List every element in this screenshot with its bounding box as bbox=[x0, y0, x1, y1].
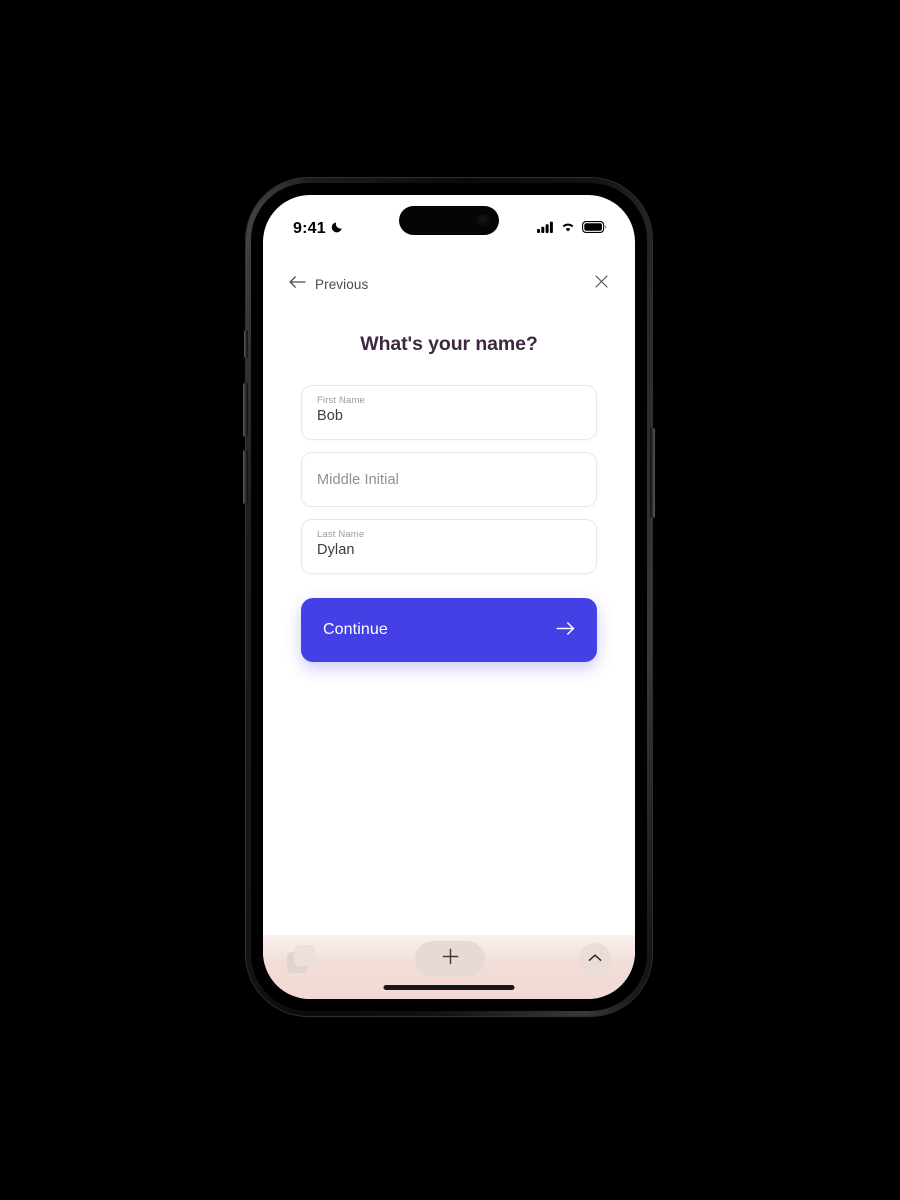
previous-button-label: Previous bbox=[315, 276, 369, 292]
navigation-bar: Previous bbox=[263, 267, 635, 301]
status-bar: 9:41 bbox=[263, 195, 635, 249]
middle-initial-field[interactable]: Middle Initial bbox=[301, 452, 597, 507]
browser-bottom-controls bbox=[263, 935, 635, 983]
wifi-icon bbox=[560, 220, 576, 238]
home-indicator[interactable] bbox=[383, 985, 515, 990]
status-bar-left: 9:41 bbox=[293, 220, 344, 238]
expand-toolbar-button[interactable] bbox=[579, 943, 611, 975]
status-bar-right bbox=[537, 220, 607, 238]
middle-initial-placeholder: Middle Initial bbox=[317, 471, 399, 488]
last-name-value: Dylan bbox=[317, 542, 355, 558]
status-bar-time: 9:41 bbox=[293, 220, 326, 237]
phone-screen: 9:41 Previous What's your name? First Na… bbox=[263, 195, 635, 999]
browser-bottom-bar bbox=[263, 935, 635, 999]
first-name-field[interactable]: First Name Bob bbox=[301, 385, 597, 440]
phone-bezel: 9:41 Previous What's your name? First Na… bbox=[251, 183, 647, 1011]
name-form: First Name Bob Middle Initial Last Name … bbox=[301, 385, 597, 662]
screenshot-stage: 9:41 Previous What's your name? First Na… bbox=[0, 0, 900, 1200]
mute-switch-button[interactable] bbox=[244, 330, 248, 358]
chevron-up-icon bbox=[588, 950, 602, 968]
arrow-left-icon bbox=[289, 275, 306, 294]
continue-button-label: Continue bbox=[323, 621, 388, 638]
dynamic-island bbox=[399, 206, 499, 235]
crescent-moon-icon bbox=[331, 220, 344, 238]
battery-full-icon bbox=[582, 220, 607, 238]
last-name-label: Last Name bbox=[317, 529, 365, 540]
first-name-label: First Name bbox=[317, 395, 365, 406]
tabs-stack-card-front bbox=[294, 945, 315, 966]
arrow-right-icon bbox=[556, 621, 575, 639]
cellular-bars-icon bbox=[537, 220, 554, 238]
front-camera-lens-icon bbox=[477, 214, 490, 227]
volume-down-button[interactable] bbox=[243, 450, 248, 504]
continue-button[interactable]: Continue bbox=[301, 598, 597, 662]
phone-device-frame: 9:41 Previous What's your name? First Na… bbox=[243, 178, 655, 1016]
new-tab-button[interactable] bbox=[415, 941, 485, 977]
volume-up-button[interactable] bbox=[243, 383, 248, 437]
plus-icon bbox=[442, 948, 459, 970]
power-button[interactable] bbox=[650, 428, 655, 518]
last-name-field[interactable]: Last Name Dylan bbox=[301, 519, 597, 574]
first-name-value: Bob bbox=[317, 408, 344, 424]
close-button[interactable] bbox=[594, 274, 609, 294]
close-x-icon bbox=[594, 274, 609, 294]
previous-button[interactable]: Previous bbox=[289, 275, 368, 294]
tabs-stack-icon[interactable] bbox=[287, 944, 321, 974]
page-title: What's your name? bbox=[360, 333, 538, 355]
